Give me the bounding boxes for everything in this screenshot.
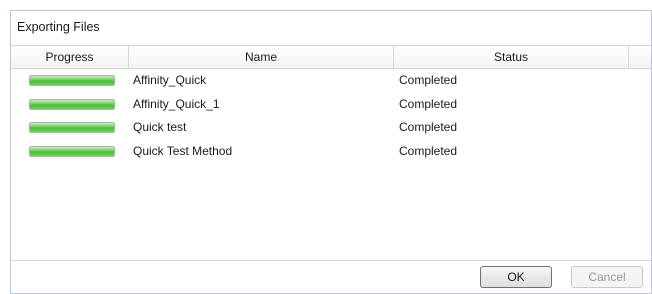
table-header: Progress Name Status [11, 46, 651, 69]
progress-bar [29, 75, 115, 86]
progress-bar [29, 145, 115, 157]
file-name: Affinity_Quick_1 [133, 96, 220, 111]
progress-bar-fill [30, 76, 114, 85]
progress-cell [29, 116, 115, 140]
status-text: Completed [399, 143, 458, 158]
dialog-title: Exporting Files [17, 20, 100, 34]
status-text: Completed [399, 120, 458, 134]
progress-bar-fill [30, 146, 114, 156]
file-name: Quick test [133, 120, 187, 134]
export-files-table: Progress Name Status Affinity_Quick Comp… [11, 45, 651, 264]
progress-cell [29, 69, 115, 93]
dialog-footer: OK Cancel [11, 260, 651, 293]
progress-bar [29, 98, 115, 110]
table-row[interactable]: Affinity_Quick_1 Completed [11, 93, 651, 117]
status-text: Completed [399, 96, 458, 111]
progress-cell [29, 93, 115, 117]
table-row[interactable]: Quick test Completed [11, 116, 651, 140]
progress-bar [29, 122, 115, 133]
column-header-status[interactable]: Status [394, 46, 629, 68]
column-header-progress[interactable]: Progress [11, 46, 129, 68]
table-body: Affinity_Quick Completed Affinity_Quick_… [11, 69, 651, 163]
cancel-button[interactable]: Cancel [571, 266, 643, 288]
table-row[interactable]: Affinity_Quick Completed [11, 69, 651, 93]
column-header-name[interactable]: Name [129, 46, 394, 68]
title-bar: Exporting Files [11, 11, 651, 43]
ok-button[interactable]: OK [480, 266, 552, 288]
export-dialog: Exporting Files Progress Name Status Aff… [10, 10, 652, 294]
file-name: Quick Test Method [133, 143, 233, 158]
progress-bar-fill [30, 99, 114, 109]
progress-cell [29, 140, 115, 164]
table-row[interactable]: Quick Test Method Completed [11, 140, 651, 164]
file-name: Affinity_Quick [133, 73, 207, 87]
status-text: Completed [399, 73, 458, 87]
progress-bar-fill [30, 123, 114, 132]
